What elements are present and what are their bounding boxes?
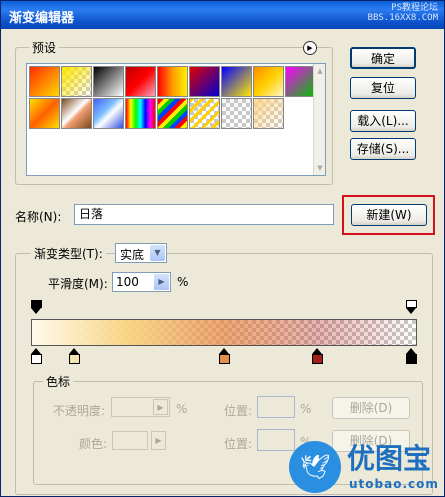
preset-swatch[interactable] [221,66,252,97]
preset-swatch[interactable] [189,66,220,97]
preset-swatch[interactable] [29,98,60,129]
preset-scrollbar[interactable]: ▲ ▼ [313,64,325,175]
gradient-ramp-fill [32,320,416,345]
utobao-logo: 🕊 优图宝 utobao.com [289,441,444,496]
preset-swatch[interactable] [285,66,316,97]
name-input[interactable]: 日落 [74,204,334,225]
presets-menu-button[interactable]: ▶ [303,41,317,55]
gradient-type-select[interactable]: 实底 ▼ [115,243,167,263]
gradient-editor-window: 渐变编辑器 PS教程论坛 BBS.16XX8.COM 预设 ▶ ▲ ▼ 确定 复… [0,0,445,497]
preset-swatch[interactable] [93,66,124,97]
preset-swatch[interactable] [61,98,92,129]
opacity-label: 不透明度: [53,404,106,418]
color-stop[interactable] [218,348,230,364]
preset-swatch[interactable] [29,66,60,97]
preset-swatch[interactable] [189,98,220,129]
preset-swatch[interactable] [253,66,284,97]
opacity-stop[interactable] [31,300,42,314]
smoothness-label: 平滑度(M): [48,277,108,291]
gradient-ramp[interactable] [31,319,417,346]
stops-legend: 色标 [43,373,74,390]
color-label: 颜色: [79,437,108,451]
preset-swatch-grid [29,66,316,174]
name-label: 名称(N): [15,210,62,224]
reset-button[interactable]: 复位 [350,77,416,99]
load-button[interactable]: 载入(L)... [350,110,416,132]
chevron-down-icon[interactable]: ▼ [150,245,165,261]
color-stop[interactable] [406,348,417,364]
ok-button[interactable]: 确定 [350,47,416,69]
preset-swatch[interactable] [61,66,92,97]
smoothness-value: 100 [116,275,139,289]
window-title: 渐变编辑器 [9,11,75,26]
watermark-line-2: BBS.16XX8.COM [367,13,438,23]
opacity-input: ▶ [111,397,170,417]
circle-arrow-right-icon: ▶ [307,44,313,52]
logo-brand: 优图宝 [347,442,432,475]
preset-swatch[interactable] [157,66,188,97]
scroll-up-icon[interactable]: ▲ [315,66,325,76]
title-bar[interactable]: 渐变编辑器 PS教程论坛 BBS.16XX8.COM [1,1,444,29]
watermark-line-1: PS教程论坛 [391,3,438,13]
gradient-type-value: 实底 [120,248,145,262]
location-label-opacity: 位置: [224,404,253,418]
color-stop[interactable] [31,348,42,364]
color-arrow-icon: ▶ [151,431,166,450]
preset-swatch[interactable] [157,98,188,129]
location-unit-opacity: % [300,402,312,416]
smoothness-arrow-icon[interactable]: ▶ [154,274,169,290]
scroll-down-icon[interactable]: ▼ [315,163,325,173]
color-stop[interactable] [312,348,324,364]
preset-swatch[interactable] [125,98,156,129]
smoothness-input[interactable]: 100 ▶ [112,272,171,292]
delete-opacity-stop-button: 删除(D) [332,397,410,419]
opacity-arrow-icon: ▶ [153,399,168,415]
preset-swatch[interactable] [125,66,156,97]
opacity-unit: % [176,402,188,416]
watermark: PS教程论坛 BBS.16XX8.COM [368,3,438,23]
save-button[interactable]: 存储(S)... [350,138,416,160]
gradient-type-label: 渐变类型(T): [31,245,106,262]
new-button[interactable]: 新建(W) [351,204,427,226]
presets-legend: 预设 [29,39,60,56]
preset-swatch[interactable] [93,98,124,129]
preset-swatch[interactable] [221,98,252,129]
color-swatch-field [112,431,148,450]
preset-swatch[interactable] [253,98,284,129]
bird-icon: 🕊 [300,453,331,481]
preset-swatch-panel: ▲ ▼ [26,63,326,176]
location-input-opacity [257,396,295,418]
smoothness-unit: % [177,275,189,289]
logo-domain: utobao.com [349,477,439,491]
color-stop[interactable] [68,348,80,364]
opacity-stop[interactable] [406,300,417,314]
location-label-color: 位置: [224,437,253,451]
